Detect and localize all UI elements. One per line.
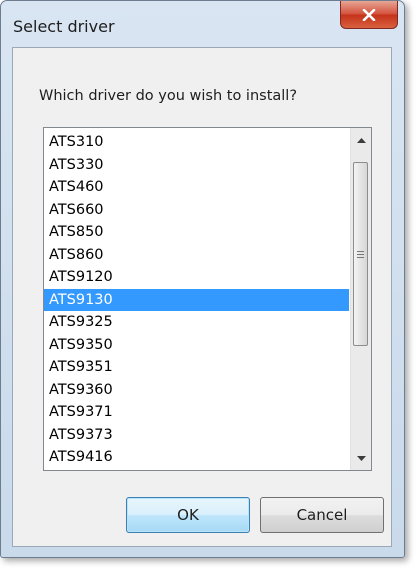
list-item[interactable]: ATS9351 xyxy=(44,356,349,379)
scroll-up-button[interactable] xyxy=(351,131,371,149)
prompt-label: Which driver do you wish to install? xyxy=(39,88,298,104)
list-item[interactable]: ATS9416 xyxy=(44,446,349,469)
list-item[interactable]: ATS9373 xyxy=(44,424,349,447)
scroll-thumb[interactable] xyxy=(353,162,368,346)
list-item-selected[interactable]: ATS9130 xyxy=(44,288,349,311)
list-item[interactable]: ATS310 xyxy=(44,131,349,154)
close-button[interactable] xyxy=(340,1,398,29)
scroll-down-arrow-icon xyxy=(356,455,366,461)
scroll-up-arrow-icon xyxy=(356,137,366,143)
list-item[interactable]: ATS850 xyxy=(44,221,349,244)
dialog-window: Select driver Which driver do you wish t… xyxy=(0,0,405,558)
list-item[interactable]: ATS9360 xyxy=(44,379,349,402)
vertical-scrollbar[interactable] xyxy=(350,128,371,470)
list-item[interactable]: ATS9325 xyxy=(44,311,349,334)
window-title: Select driver xyxy=(13,17,115,36)
scroll-down-button[interactable] xyxy=(351,449,371,467)
list-item[interactable]: ATS460 xyxy=(44,176,349,199)
list-item[interactable]: ATS9120 xyxy=(44,266,349,289)
list-item[interactable]: ATS660 xyxy=(44,199,349,222)
dialog-body: Which driver do you wish to install? ATS… xyxy=(12,47,392,547)
close-x-icon xyxy=(362,8,376,21)
list-item[interactable]: ATS330 xyxy=(44,154,349,177)
title-bar[interactable]: Select driver xyxy=(1,1,404,45)
list-item[interactable]: ATS9371 xyxy=(44,401,349,424)
driver-list: ATS310 ATS330 ATS460 ATS660 ATS850 ATS860 ATS9… xyxy=(44,131,349,469)
driver-listbox[interactable]: ATS310 ATS330 ATS460 ATS660 ATS850 ATS860 ATS9… xyxy=(43,127,372,471)
scroll-grip-icon xyxy=(357,249,364,260)
cancel-button[interactable]: Cancel xyxy=(260,497,384,533)
list-item[interactable]: ATS860 xyxy=(44,244,349,267)
list-item[interactable]: ATS9350 xyxy=(44,334,349,357)
ok-button[interactable]: OK xyxy=(126,497,250,533)
